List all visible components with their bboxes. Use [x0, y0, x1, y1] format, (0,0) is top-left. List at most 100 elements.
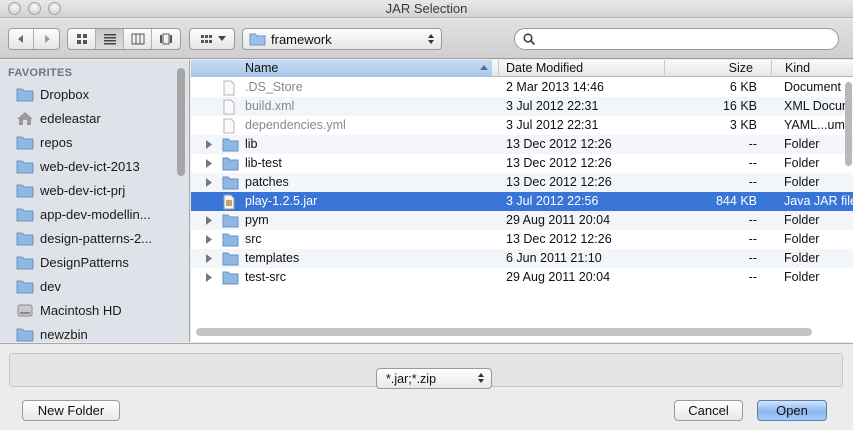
file-name: src: [245, 232, 262, 246]
file-size: 844 KB: [715, 194, 757, 208]
dialog-footer: *.jar;*.zip New Folder Cancel Open: [0, 343, 853, 430]
disclosure-triangle-icon[interactable]: [205, 235, 213, 244]
open-button[interactable]: Open: [757, 400, 827, 421]
column-header-bar: Name Date Modified Size Kind: [191, 60, 853, 77]
column-header-size[interactable]: Size: [664, 60, 771, 77]
file-row-ds-store: .DS_Store 2 Mar 2013 14:46 6 KB Document: [191, 78, 853, 97]
file-row-patches[interactable]: patches 13 Dec 2012 12:26 -- Folder: [191, 173, 853, 192]
back-button[interactable]: [9, 29, 34, 49]
column-view-button[interactable]: [124, 29, 152, 49]
file-row-build-xml: build.xml 3 Jul 2012 22:31 16 KB XML Doc…: [191, 97, 853, 116]
arrange-menu-button[interactable]: [189, 28, 235, 50]
file-kind: Folder: [784, 156, 820, 170]
sidebar-scrollbar-thumb[interactable]: [177, 68, 185, 176]
file-kind: Folder: [784, 137, 820, 151]
sidebar-item-label: web-dev-ict-2013: [40, 158, 140, 174]
sidebar-item-label: Macintosh HD: [40, 302, 122, 318]
file-size: --: [748, 175, 757, 189]
file-size: --: [748, 232, 757, 246]
sidebar-item-web-dev-ict-2013[interactable]: web-dev-ict-2013: [16, 155, 140, 177]
icon-view-button[interactable]: [68, 29, 96, 49]
file-date: 6 Jun 2011 21:10: [506, 251, 602, 265]
folder-icon: [16, 232, 34, 245]
sidebar-item-dev[interactable]: dev: [16, 275, 61, 297]
sidebar-item-edeleastar[interactable]: edeleastar: [16, 107, 101, 129]
disclosure-triangle-icon[interactable]: [205, 140, 213, 149]
file-date: 29 Aug 2011 20:04: [506, 270, 611, 284]
title-bar: JAR Selection: [0, 0, 853, 18]
disclosure-triangle-icon[interactable]: [205, 273, 213, 282]
sidebar-item-designpatterns[interactable]: DesignPatterns: [16, 251, 129, 273]
cancel-button[interactable]: Cancel: [674, 400, 743, 421]
location-popup[interactable]: framework: [242, 28, 442, 50]
harddisk-icon: [17, 304, 33, 316]
file-row-pym[interactable]: pym 29 Aug 2011 20:04 -- Folder: [191, 211, 853, 230]
file-row-lib-test[interactable]: lib-test 13 Dec 2012 12:26 -- Folder: [191, 154, 853, 173]
list-view-icon: [103, 34, 116, 45]
sidebar-item-label: newzbin: [40, 326, 88, 342]
file-name: patches: [245, 175, 289, 189]
folder-icon: [222, 176, 239, 190]
sidebar-item-dropbox[interactable]: Dropbox: [16, 83, 89, 105]
folder-icon: [16, 328, 34, 341]
file-size: --: [748, 137, 757, 151]
file-type-select-value: *.jar;*.zip: [386, 371, 437, 386]
file-list: Name Date Modified Size Kind .DS_Store 2…: [191, 60, 853, 342]
file-date: 29 Aug 2011 20:04: [506, 213, 611, 227]
disclosure-triangle-icon[interactable]: [205, 254, 213, 263]
search-field[interactable]: [514, 28, 839, 50]
disclosure-triangle-icon[interactable]: [205, 178, 213, 187]
file-date: 3 Jul 2012 22:31: [506, 99, 599, 113]
folder-icon: [16, 208, 34, 221]
column-header-kind-label: Kind: [785, 61, 811, 75]
file-row-src[interactable]: src 13 Dec 2012 12:26 -- Folder: [191, 230, 853, 249]
file-size: --: [748, 213, 757, 227]
sidebar-item-design-patterns-2[interactable]: design-patterns-2...: [16, 227, 152, 249]
column-header-name[interactable]: Name: [191, 60, 492, 77]
new-folder-button[interactable]: New Folder: [22, 400, 120, 421]
file-kind: Folder: [784, 251, 820, 265]
file-row-play-jar[interactable]: play-1.2.5.jar 3 Jul 2012 22:56 844 KB J…: [191, 192, 853, 211]
sidebar-item-repos[interactable]: repos: [16, 131, 73, 153]
navigation-buttons: [8, 28, 60, 50]
sidebar-item-label: repos: [40, 134, 73, 150]
location-label: framework: [271, 31, 332, 47]
file-type-select[interactable]: *.jar;*.zip: [376, 368, 492, 389]
column-header-date[interactable]: Date Modified: [498, 60, 664, 77]
file-size: --: [748, 251, 757, 265]
file-name: test-src: [245, 270, 286, 284]
icon-view-icon: [76, 34, 87, 44]
sidebar-item-app-dev-modelling[interactable]: app-dev-modellin...: [16, 203, 151, 225]
folder-icon: [16, 88, 34, 101]
folder-icon: [16, 280, 34, 293]
sidebar-item-label: dev: [40, 278, 61, 294]
file-row-test-src[interactable]: test-src 29 Aug 2011 20:04 -- Folder: [191, 268, 853, 287]
file-row-lib[interactable]: lib 13 Dec 2012 12:26 -- Folder: [191, 135, 853, 154]
sidebar-item-label: edeleastar: [40, 110, 101, 126]
list-view-button[interactable]: [96, 29, 124, 49]
sidebar-item-macintosh-hd[interactable]: Macintosh HD: [16, 299, 122, 321]
disclosure-triangle-icon[interactable]: [205, 159, 213, 168]
sidebar-scrollbar[interactable]: [177, 64, 186, 336]
disclosure-triangle-icon[interactable]: [205, 216, 213, 225]
sidebar-item-newzbin[interactable]: newzbin: [16, 323, 88, 342]
sidebar-item-web-dev-ict-prj[interactable]: web-dev-ict-prj: [16, 179, 125, 201]
file-name: .DS_Store: [245, 80, 303, 94]
file-row-dependencies-yml: dependencies.yml 3 Jul 2012 22:31 3 KB Y…: [191, 116, 853, 135]
file-kind: Folder: [784, 213, 820, 227]
file-kind: XML Docum: [784, 99, 853, 113]
column-header-kind[interactable]: Kind: [771, 60, 853, 77]
forward-arrow-icon: [44, 35, 50, 43]
sidebar-item-label: design-patterns-2...: [40, 230, 153, 246]
vertical-scrollbar-thumb[interactable]: [845, 82, 852, 166]
file-row-templates[interactable]: templates 6 Jun 2011 21:10 -- Folder: [191, 249, 853, 268]
file-kind: Folder: [784, 175, 820, 189]
search-input[interactable]: [539, 32, 838, 46]
updown-arrows-icon: [428, 34, 434, 44]
coverflow-view-button[interactable]: [152, 29, 180, 49]
folder-icon: [222, 214, 239, 228]
horizontal-scrollbar[interactable]: [196, 328, 812, 336]
sidebar-heading-favorites: FAVORITES: [8, 67, 73, 79]
file-name: lib-test: [245, 156, 282, 170]
forward-button[interactable]: [34, 29, 59, 49]
